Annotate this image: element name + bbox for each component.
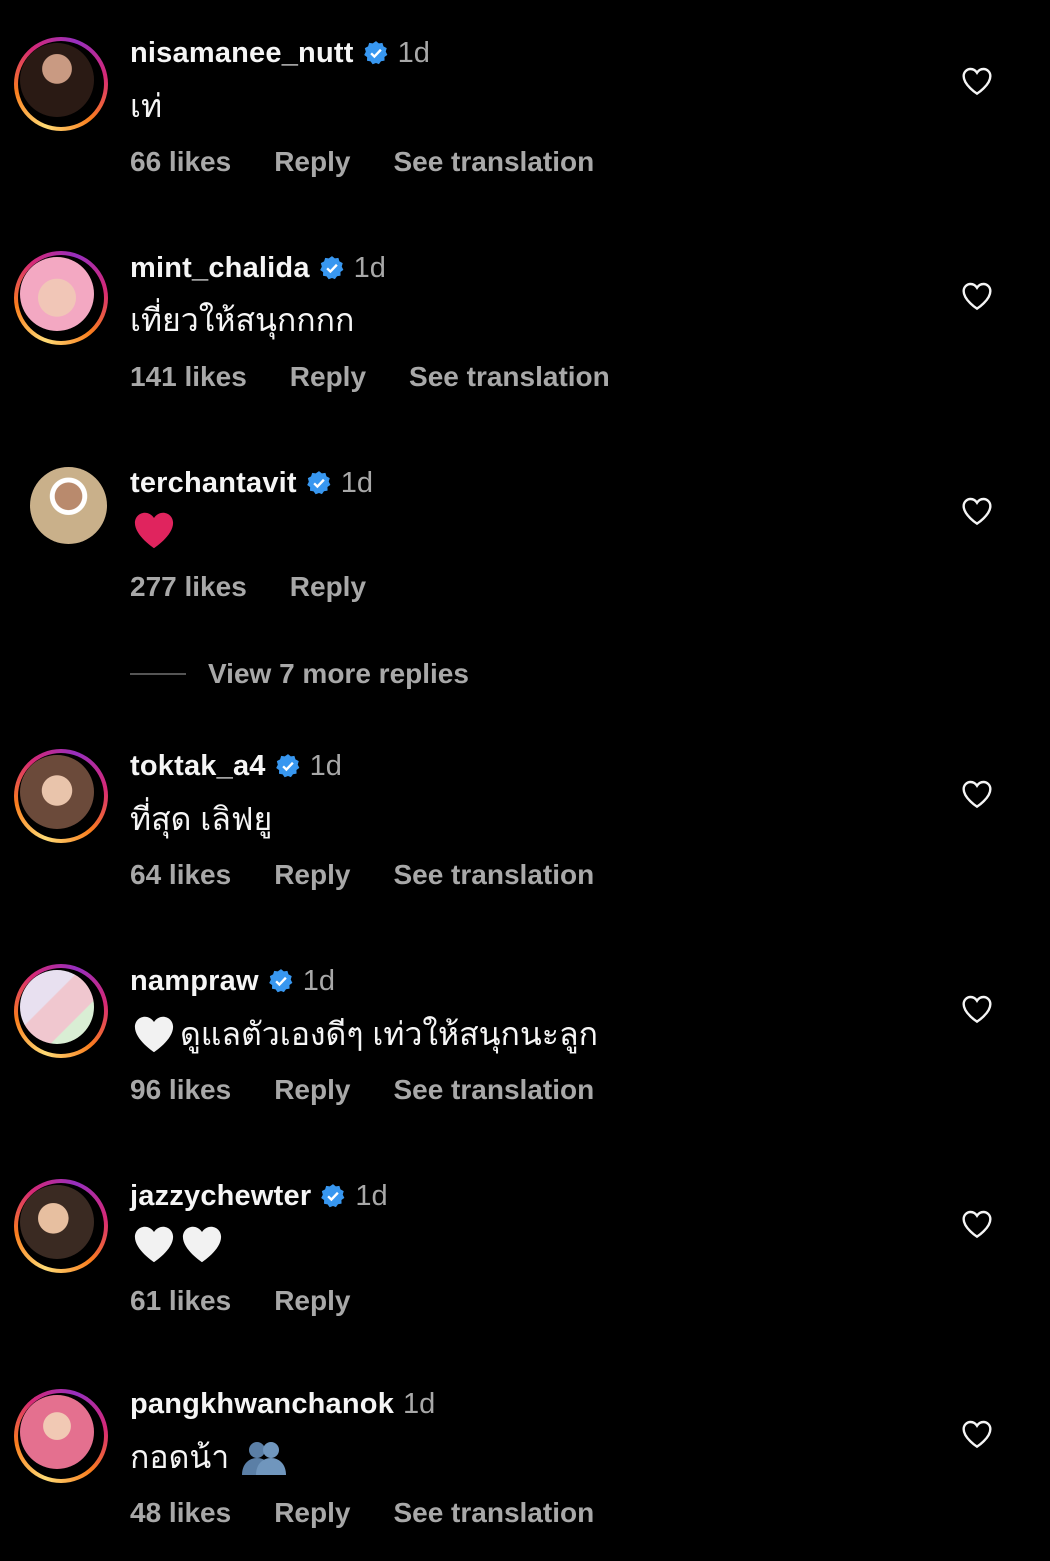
view-more-replies-label: View 7 more replies xyxy=(208,658,469,689)
white-heart-emoji-icon xyxy=(134,1226,174,1263)
see-translation-button[interactable]: See translation xyxy=(409,361,610,393)
divider xyxy=(130,673,186,675)
likes-count[interactable]: 141 likes xyxy=(130,361,247,393)
username[interactable]: nampraw xyxy=(130,965,259,998)
reply-button[interactable]: Reply xyxy=(274,859,350,891)
username[interactable]: terchantavit xyxy=(130,467,297,500)
username[interactable]: toktak_a4 xyxy=(130,750,266,783)
like-heart-icon[interactable] xyxy=(961,496,993,526)
likes-count[interactable]: 66 likes xyxy=(130,146,231,178)
timestamp: 1d xyxy=(302,964,335,997)
comment-text: เที่ยวให้สนุกกกก xyxy=(130,302,355,338)
likes-count[interactable]: 96 likes xyxy=(130,1074,231,1106)
reply-button[interactable]: Reply xyxy=(274,1285,350,1317)
verified-badge-icon xyxy=(275,754,299,778)
see-translation-button[interactable]: See translation xyxy=(393,1074,594,1106)
avatar[interactable] xyxy=(14,964,108,1058)
avatar[interactable] xyxy=(14,37,108,131)
verified-badge-icon xyxy=(363,41,387,65)
reply-button[interactable]: Reply xyxy=(290,361,366,393)
likes-count[interactable]: 277 likes xyxy=(130,571,247,603)
verified-badge-icon xyxy=(321,1184,345,1208)
timestamp: 1d xyxy=(340,466,374,499)
see-translation-button[interactable]: See translation xyxy=(393,146,594,178)
verified-badge-icon xyxy=(306,471,331,495)
view-more-replies-button[interactable]: View 7 more replies xyxy=(130,658,469,690)
username[interactable]: pangkhwanchanok xyxy=(130,1388,394,1421)
like-heart-icon[interactable] xyxy=(961,994,993,1024)
like-heart-icon[interactable] xyxy=(961,66,993,96)
like-heart-icon[interactable] xyxy=(961,1209,993,1239)
people-hugging-emoji-icon xyxy=(242,1442,286,1475)
see-translation-button[interactable]: See translation xyxy=(393,859,594,891)
timestamp: 1d xyxy=(309,749,342,782)
see-translation-button[interactable]: See translation xyxy=(393,1497,594,1529)
avatar[interactable] xyxy=(30,467,107,544)
like-heart-icon[interactable] xyxy=(961,281,993,311)
avatar[interactable] xyxy=(14,1389,108,1483)
like-heart-icon[interactable] xyxy=(961,1419,993,1449)
username[interactable]: nisamanee_nutt xyxy=(130,37,354,70)
timestamp: 1d xyxy=(353,251,386,284)
white-heart-emoji-icon xyxy=(182,1226,222,1263)
white-heart-emoji-icon xyxy=(134,1016,174,1053)
reply-button[interactable]: Reply xyxy=(274,1074,350,1106)
timestamp: 1d xyxy=(403,1387,436,1420)
comment-text: ดูแลตัวเองดีๆ เท่วให้สนุกนะลูก xyxy=(180,1016,598,1052)
reply-button[interactable]: Reply xyxy=(274,146,350,178)
reply-button[interactable]: Reply xyxy=(290,571,366,603)
likes-count[interactable]: 48 likes xyxy=(130,1497,231,1529)
comment-text: ที่สุด เลิฟยู xyxy=(130,801,273,837)
avatar[interactable] xyxy=(14,251,108,345)
timestamp: 1d xyxy=(355,1179,388,1212)
likes-count[interactable]: 64 likes xyxy=(130,859,231,891)
verified-badge-icon xyxy=(319,256,344,280)
reply-button[interactable]: Reply xyxy=(274,1497,350,1529)
username[interactable]: mint_chalida xyxy=(130,252,310,285)
like-heart-icon[interactable] xyxy=(961,779,993,809)
comment-text: กอดน้า xyxy=(130,1439,230,1475)
avatar[interactable] xyxy=(14,749,108,843)
verified-badge-icon xyxy=(268,969,293,993)
timestamp: 1d xyxy=(397,36,430,69)
username[interactable]: jazzychewter xyxy=(130,1180,311,1213)
avatar[interactable] xyxy=(14,1179,108,1273)
comment-text: เท่ xyxy=(130,88,163,124)
red-heart-emoji-icon xyxy=(134,512,174,549)
likes-count[interactable]: 61 likes xyxy=(130,1285,231,1317)
